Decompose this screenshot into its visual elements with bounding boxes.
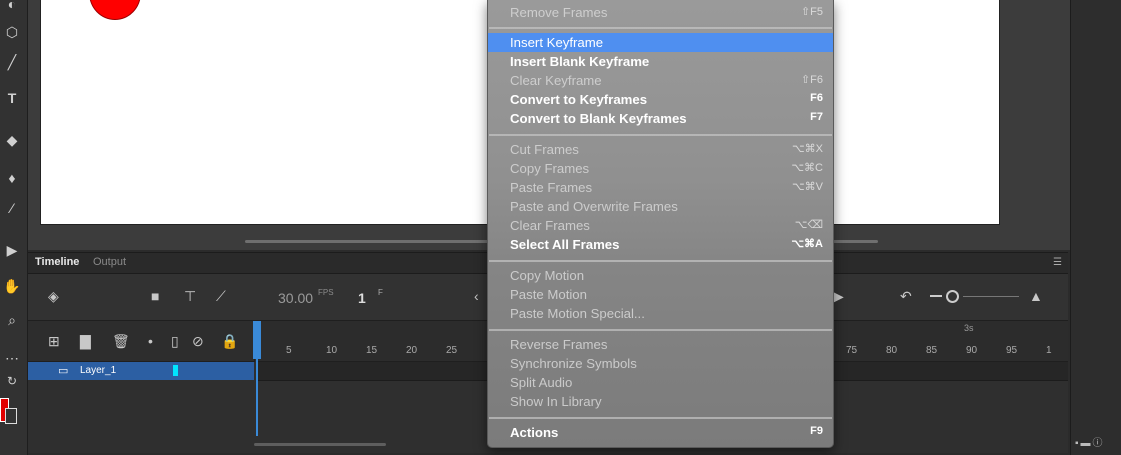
lock-icon[interactable]: 🔒 [221,333,238,350]
layers-icon[interactable]: ◈ [48,288,59,305]
add-folder-icon[interactable]: ▇ [80,333,91,350]
menu-item-cut-frames[interactable]: Cut Frames ⌥⌘X [488,140,833,159]
hand-icon[interactable]: ✋ [0,278,24,295]
delete-icon[interactable]: 🗑 [112,333,130,350]
layer-name[interactable]: Layer_1 [80,365,116,376]
info-icon[interactable]: ⓘ [1093,438,1105,449]
fps-label: FPS [318,288,334,297]
dot-icon[interactable]: • [148,333,153,349]
tick-label: 20 [406,345,418,356]
polystar-icon[interactable]: ⬡ [0,24,24,41]
menu-separator [489,27,832,29]
paint-bucket-icon[interactable]: ♦ [0,170,24,186]
outline-icon[interactable]: ▯ [171,333,179,350]
menu-item-synchronize-symbols[interactable]: Synchronize Symbols [488,354,833,373]
text-icon[interactable]: T [0,90,24,106]
selection-icon[interactable]: ◐ [0,0,24,12]
tick-label: 75 [846,345,858,356]
current-frame[interactable]: 1 [358,290,366,306]
timeline-scrollbar[interactable] [254,443,386,446]
menu-item-split-audio[interactable]: Split Audio [488,373,833,392]
frame-label: F [378,288,383,297]
tick-label: 95 [1006,345,1018,356]
eraser-icon[interactable]: ◆ [0,132,24,149]
layer-row[interactable]: ▭ Layer_1 [28,362,254,380]
eyedropper-icon[interactable]: ⁄ [0,200,24,216]
prev-frame-icon[interactable]: ‹ [474,288,479,304]
eye-icon[interactable]: ⊘ [192,333,204,350]
layer-outline-color[interactable] [173,365,178,376]
menu-separator [489,417,832,419]
menu-item-paste-overwrite-frames[interactable]: Paste and Overwrite Frames [488,197,833,216]
red-oval-shape[interactable] [89,0,141,20]
menu-item-insert-blank-keyframe[interactable]: Insert Blank Keyframe [488,52,833,71]
menu-item-reverse-frames[interactable]: Reverse Frames [488,335,833,354]
tools-panel: ◐ ⬡ ╱ T ◆ ♦ ⁄ ▶ ✋ ⌕ ⋯ ↻ [0,0,28,455]
line-icon[interactable]: ╱ [0,54,24,71]
menu-separator [489,329,832,331]
menu-item-paste-motion-special[interactable]: Paste Motion Special... [488,304,833,323]
tick-label: 80 [886,345,898,356]
folder-icon[interactable]: ▬ [1081,438,1093,449]
graph-icon[interactable]: ⟋ [216,288,226,305]
tick-label: 10 [326,345,338,356]
menu-item-insert-keyframe[interactable]: Insert Keyframe [488,33,833,52]
menu-item-copy-frames[interactable]: Copy Frames ⌥⌘C [488,159,833,178]
menu-separator [489,134,832,136]
menu-item-convert-to-keyframes[interactable]: Convert to Keyframes F6 [488,90,833,109]
tab-timeline[interactable]: Timeline [35,256,79,268]
menu-item-remove-frames[interactable]: Remove Frames ⇧F5 [488,3,833,22]
swap-colors-icon[interactable]: ↻ [0,374,24,388]
menu-item-paste-motion[interactable]: Paste Motion [488,285,833,304]
camera-icon[interactable]: ■ [151,288,159,304]
seconds-marker: 3s [964,323,974,333]
frame-context-menu: Remove Frames ⇧F5 Insert Keyframe Insert… [487,0,834,448]
layer-icon: ▭ [58,365,69,377]
zoom-slider-track[interactable] [963,296,1019,297]
menu-item-paste-frames[interactable]: Paste Frames ⌥⌘V [488,178,833,197]
fill-color-swatch[interactable] [5,408,17,424]
panel-icons[interactable]: ▪▬ⓘ [1075,434,1105,449]
zoom-in-icon[interactable]: ▲ [1029,288,1043,304]
camera-icon[interactable]: ▶ [0,242,24,259]
playhead[interactable] [256,321,258,436]
fps-value[interactable]: 30.00 [278,290,313,306]
menu-item-show-in-library[interactable]: Show In Library [488,392,833,411]
right-panel: ▪▬ⓘ [1070,0,1121,455]
more-icon[interactable]: ⋯ [0,350,24,367]
zoom-slider-knob[interactable] [946,290,959,303]
loop-icon[interactable]: ↶ [900,288,912,305]
parenting-icon[interactable]: ⊤ [184,288,196,305]
tick-label: 1 [1046,345,1052,356]
tick-label: 25 [446,345,458,356]
tick-label: 90 [966,345,978,356]
tick-label: 85 [926,345,938,356]
menu-separator [489,260,832,262]
zoom-icon[interactable]: ⌕ [0,312,24,329]
menu-item-select-all-frames[interactable]: Select All Frames ⌥⌘A [488,235,833,254]
menu-item-clear-frames[interactable]: Clear Frames ⌥⌫ [488,216,833,235]
tick-label: 5 [286,345,292,356]
zoom-out-indicator[interactable] [930,295,942,297]
menu-item-clear-keyframe[interactable]: Clear Keyframe ⇧F6 [488,71,833,90]
panel-menu-icon[interactable]: ☰ [1053,257,1062,268]
play-icon[interactable]: ▶ [833,288,844,305]
tick-label: 15 [366,345,378,356]
tab-output[interactable]: Output [93,256,126,268]
add-layer-icon[interactable]: ⊞ [48,333,60,350]
menu-item-convert-to-blank-keyframes[interactable]: Convert to Blank Keyframes F7 [488,109,833,128]
layer-controls: ⊞ ▇ 🗑 • ▯ ⊘ 🔒 [28,321,255,362]
menu-item-copy-motion[interactable]: Copy Motion [488,266,833,285]
menu-item-actions[interactable]: Actions F9 [488,423,833,442]
